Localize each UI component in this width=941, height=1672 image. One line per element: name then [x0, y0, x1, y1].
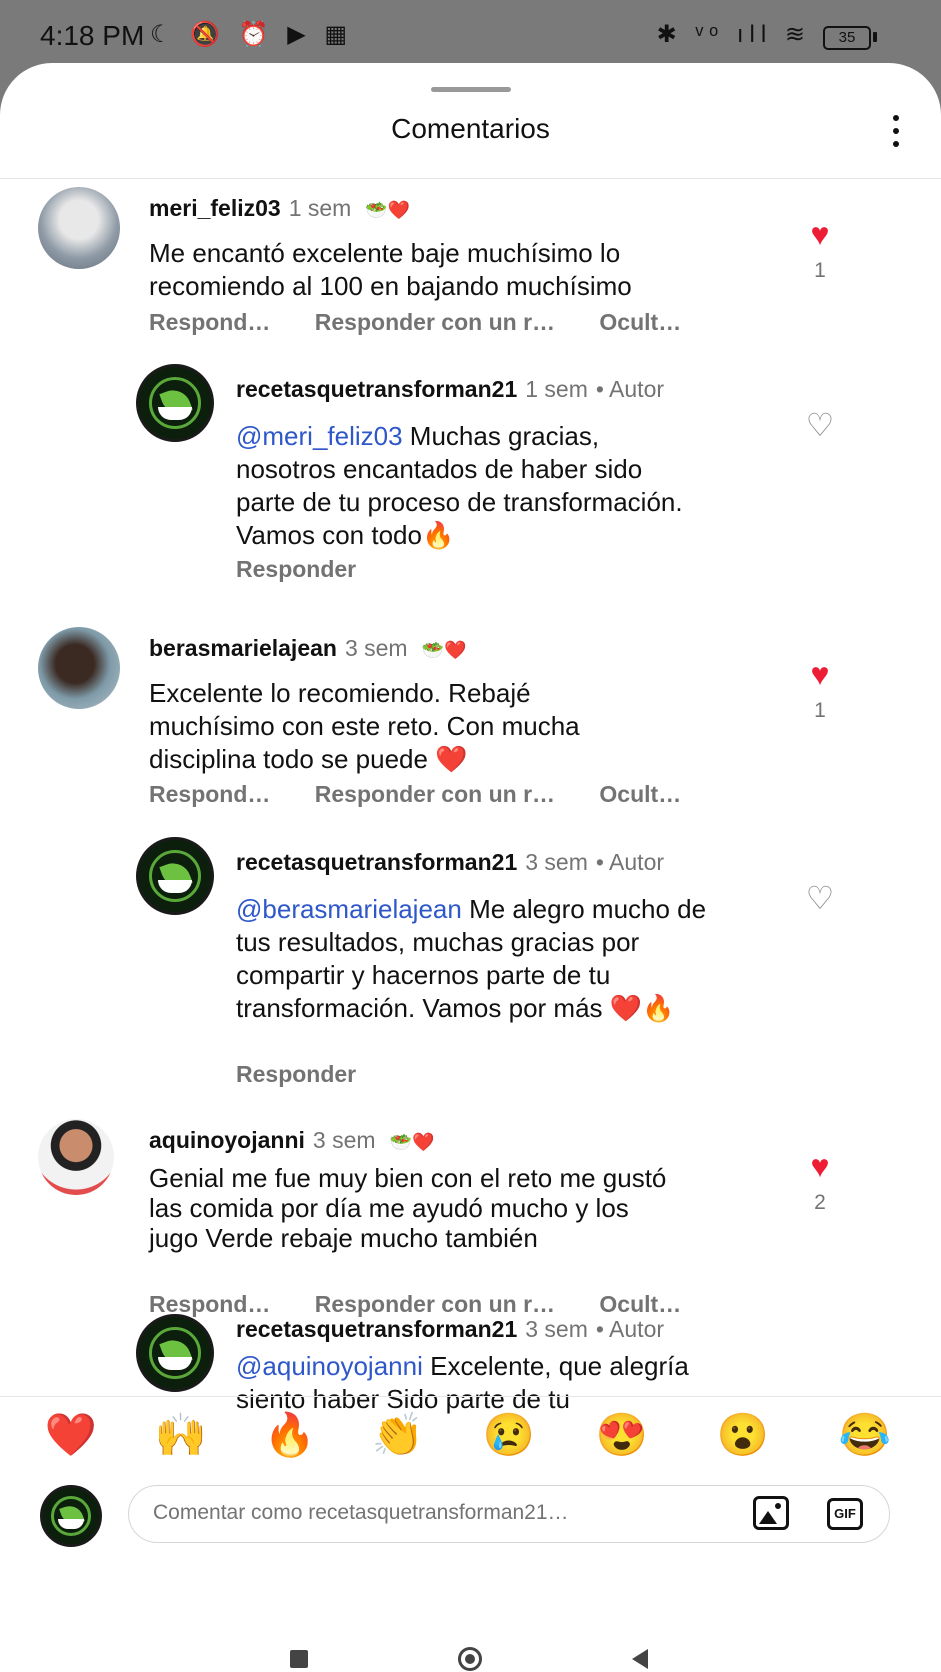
- more-options-icon[interactable]: [891, 115, 901, 149]
- status-signal-icons: ✱ ᵛᵒ ıll ≋: [656, 21, 811, 48]
- home-icon[interactable]: [458, 1647, 482, 1671]
- reply-username[interactable]: recetasquetransforman21: [236, 1316, 517, 1342]
- quick-reactions-bar: ❤️ 🙌 🔥 👏 😢 😍 😮 😂: [0, 1405, 941, 1465]
- reply-button[interactable]: Responder: [236, 1061, 356, 1088]
- comments-list[interactable]: meri_feliz03 1 sem 🥗❤️ Me encantó excelent…: [0, 179, 941, 1553]
- mention-link[interactable]: @meri_feliz03: [236, 421, 403, 451]
- reply-text: @berasmarielajean Me alegro mucho de tus…: [236, 894, 707, 1023]
- back-icon[interactable]: [632, 1649, 648, 1669]
- reply-username[interactable]: recetasquetransforman21: [236, 849, 517, 875]
- reply-text: @meri_feliz03 Muchas gracias, nosotros e…: [236, 421, 683, 550]
- reply-with-reel-button[interactable]: Responder con un r…: [315, 781, 555, 808]
- comment-text: Me encantó excelente baje muchísimo lo r…: [149, 238, 632, 301]
- like-control[interactable]: ♡: [800, 881, 840, 915]
- reaction-raised-hands-icon[interactable]: 🙌: [151, 1405, 211, 1465]
- heart-filled-icon[interactable]: ♥: [800, 217, 840, 251]
- like-count: 1: [814, 699, 826, 722]
- heart-outline-icon[interactable]: ♡: [800, 881, 840, 915]
- comment-actions: Respond… Responder con un r… Ocult…: [149, 309, 681, 336]
- reply-button[interactable]: Responder: [236, 556, 356, 583]
- hide-button[interactable]: Ocult…: [599, 309, 681, 336]
- reply-username[interactable]: recetasquetransforman21: [236, 376, 517, 402]
- status-notification-icons: ☾ 🔕 ⏰ ▶ ▦: [150, 21, 354, 48]
- reply-with-reel-button[interactable]: Responder con un r…: [315, 309, 555, 336]
- reply-actions: Responder: [236, 1061, 356, 1088]
- comment-username[interactable]: aquinoyojanni: [149, 1127, 305, 1153]
- avatar[interactable]: [38, 627, 120, 709]
- badge-icon: 🥗❤️: [421, 640, 467, 660]
- gif-icon[interactable]: GIF: [827, 1498, 863, 1530]
- author-label: • Autor: [595, 849, 665, 875]
- status-time: 4:18 PM: [40, 20, 145, 51]
- avatar[interactable]: [136, 1314, 214, 1392]
- page-title: Comentarios: [391, 113, 550, 144]
- comment-text: Excelente lo recomiendo. Rebajé muchísim…: [149, 678, 580, 774]
- reaction-heart-eyes-icon[interactable]: 😍: [592, 1405, 652, 1465]
- badge-icon: 🥗❤️: [389, 1132, 435, 1152]
- reaction-crying-icon[interactable]: 😢: [479, 1405, 539, 1465]
- reply-button[interactable]: Respond…: [149, 781, 270, 808]
- like-control[interactable]: ♡: [800, 408, 840, 442]
- battery-tip: [873, 32, 877, 42]
- avatar[interactable]: [38, 1119, 114, 1195]
- mention-link[interactable]: @berasmarielajean: [236, 894, 462, 924]
- comment-time: 1 sem: [288, 195, 352, 221]
- reaction-fire-icon[interactable]: 🔥: [260, 1405, 320, 1465]
- reply-time: 3 sem: [525, 1316, 588, 1342]
- reaction-laughing-icon[interactable]: 😂: [835, 1405, 895, 1465]
- avatar[interactable]: [38, 187, 120, 269]
- like-control[interactable]: ♥ 2: [800, 1149, 840, 1215]
- avatar[interactable]: [136, 364, 214, 442]
- like-control[interactable]: ♥ 1: [800, 217, 840, 283]
- reply-with-reel-button[interactable]: Responder con un r…: [315, 1291, 555, 1318]
- reaction-surprised-icon[interactable]: 😮: [713, 1405, 773, 1465]
- system-nav-bar: [0, 1640, 941, 1672]
- comment-text: Genial me fue muy bien con el reto me gu…: [149, 1163, 667, 1253]
- reply-actions: Responder: [236, 556, 356, 583]
- heart-filled-icon[interactable]: ♥: [800, 1149, 840, 1183]
- comment-username[interactable]: berasmarielajean: [149, 635, 337, 661]
- reply-time: 3 sem: [525, 849, 588, 875]
- hide-button[interactable]: Ocult…: [599, 781, 681, 808]
- comments-sheet: Comentarios meri_feliz03 1 sem 🥗❤️ Me enca…: [0, 63, 941, 1672]
- like-control[interactable]: ♥ 1: [800, 657, 840, 723]
- hide-button[interactable]: Ocult…: [599, 1291, 681, 1318]
- status-bar: 4:18 PM ☾ 🔕 ⏰ ▶ ▦ ✱ ᵛᵒ ıll ≋ 35: [0, 0, 941, 70]
- badge-icon: 🥗❤️: [365, 200, 411, 220]
- recents-icon[interactable]: [290, 1650, 308, 1668]
- reply-button[interactable]: Respond…: [149, 309, 270, 336]
- avatar[interactable]: [136, 837, 214, 915]
- mention-link[interactable]: @aquinoyojanni: [236, 1351, 423, 1381]
- heart-outline-icon[interactable]: ♡: [800, 408, 840, 442]
- author-label: • Autor: [595, 1316, 665, 1342]
- reply-time: 1 sem: [525, 376, 588, 402]
- comment-time: 3 sem: [312, 1127, 376, 1153]
- comment-actions: Respond… Responder con un r… Ocult…: [149, 781, 681, 808]
- like-count: 1: [814, 259, 826, 282]
- reaction-heart-icon[interactable]: ❤️: [41, 1405, 101, 1465]
- author-label: • Autor: [595, 376, 665, 402]
- composer-avatar: [40, 1485, 102, 1547]
- like-count: 2: [814, 1191, 826, 1214]
- image-icon[interactable]: [753, 1496, 789, 1530]
- heart-filled-icon[interactable]: ♥: [800, 657, 840, 691]
- comment-time: 3 sem: [344, 635, 408, 661]
- reaction-clap-icon[interactable]: 👏: [368, 1405, 428, 1465]
- comment-input-placeholder[interactable]: Comentar como recetasquetransforman21…: [153, 1501, 569, 1525]
- sheet-drag-handle[interactable]: [431, 87, 511, 92]
- comment-input[interactable]: Comentar como recetasquetransforman21… G…: [128, 1485, 890, 1543]
- battery-icon: 35: [823, 26, 871, 50]
- comment-username[interactable]: meri_feliz03: [149, 195, 281, 221]
- comment-actions: Respond… Responder con un r… Ocult…: [149, 1291, 681, 1318]
- reactions-divider: [0, 1396, 941, 1397]
